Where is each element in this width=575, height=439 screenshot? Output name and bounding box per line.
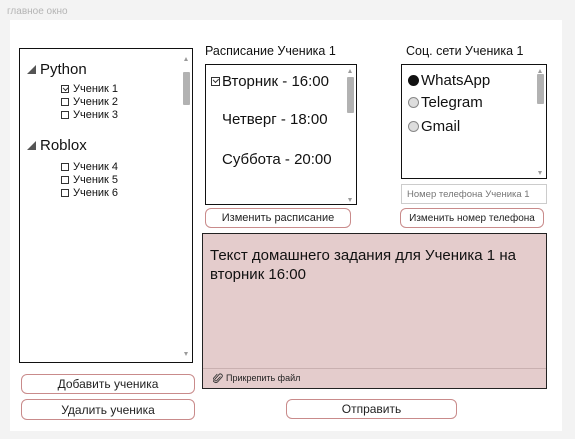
- schedule-item-label: Суббота - 20:00: [222, 151, 332, 168]
- student-checkbox[interactable]: [61, 111, 69, 119]
- schedule-item-label: Вторник - 16:00: [222, 73, 329, 90]
- scroll-up-arrow-icon[interactable]: [348, 69, 352, 73]
- tree-student[interactable]: Ученик 2: [61, 96, 118, 108]
- student-label: Ученик 5: [73, 174, 119, 186]
- tree-student[interactable]: Ученик 4: [61, 161, 118, 173]
- group-label: Roblox: [40, 137, 87, 154]
- schedule-item[interactable]: Четверг - 18:00: [222, 111, 328, 128]
- student-label: Ученик 4: [73, 161, 119, 173]
- scroll-down-arrow-icon[interactable]: [348, 198, 352, 202]
- homework-textarea[interactable]: Текст домашнего задания для Ученика 1 на…: [202, 233, 547, 389]
- schedule-item[interactable]: Суббота - 20:00: [222, 151, 332, 168]
- student-label: Ученик 6: [73, 187, 119, 199]
- tree-student[interactable]: Ученик 6: [61, 187, 118, 199]
- tree-student[interactable]: Ученик 5: [61, 174, 118, 186]
- students-tree[interactable]: Python Ученик 1 Ученик 2 Ученик 3 Roblox…: [19, 48, 193, 363]
- social-option-label: WhatsApp: [421, 72, 491, 89]
- social-option-label: Telegram: [421, 94, 483, 111]
- student-checkbox[interactable]: [61, 189, 69, 197]
- homework-text[interactable]: Текст домашнего задания для Ученика 1 на…: [210, 246, 540, 284]
- expand-triangle-icon[interactable]: [27, 65, 36, 74]
- schedule-item-label: Четверг - 18:00: [222, 111, 328, 128]
- scroll-down-arrow-icon[interactable]: [184, 352, 188, 356]
- scroll-up-arrow-icon[interactable]: [538, 69, 542, 73]
- scroll-thumb[interactable]: [347, 77, 354, 113]
- student-checkbox[interactable]: [61, 176, 69, 184]
- attach-file-button[interactable]: Прикрепить файл: [213, 372, 300, 384]
- student-checkbox[interactable]: [61, 85, 69, 93]
- radio-button[interactable]: [408, 121, 419, 132]
- student-checkbox[interactable]: [61, 163, 69, 171]
- tree-group-roblox[interactable]: Roblox: [27, 137, 87, 154]
- schedule-checkbox[interactable]: [211, 77, 220, 86]
- edit-schedule-button[interactable]: Изменить расписание: [205, 208, 351, 228]
- schedule-item[interactable]: Вторник - 16:00: [211, 73, 329, 90]
- social-option-label: Gmail: [421, 118, 461, 135]
- scroll-up-arrow-icon[interactable]: [184, 57, 188, 61]
- social-radio-group[interactable]: WhatsApp Telegram Gmail: [401, 64, 547, 179]
- divider: [203, 368, 546, 369]
- schedule-scrollbar[interactable]: [347, 69, 354, 202]
- student-label: Ученик 2: [73, 96, 119, 108]
- social-option-whatsapp[interactable]: WhatsApp: [408, 72, 490, 89]
- add-student-button[interactable]: Добавить ученика: [21, 374, 195, 394]
- scroll-thumb[interactable]: [537, 74, 544, 104]
- social-scrollbar[interactable]: [537, 69, 544, 175]
- scroll-down-arrow-icon[interactable]: [538, 171, 542, 175]
- radio-button[interactable]: [408, 75, 419, 86]
- tree-student[interactable]: Ученик 3: [61, 109, 118, 121]
- scroll-thumb[interactable]: [183, 72, 190, 105]
- schedule-list[interactable]: Вторник - 16:00 Четверг - 18:00 Суббота …: [205, 64, 357, 205]
- student-checkbox[interactable]: [61, 98, 69, 106]
- change-phone-button[interactable]: Изменить номер телефона: [400, 208, 544, 228]
- expand-triangle-icon[interactable]: [27, 141, 36, 150]
- student-label: Ученик 1: [73, 83, 119, 95]
- social-option-gmail[interactable]: Gmail: [408, 118, 460, 135]
- phone-number-field[interactable]: [401, 184, 547, 204]
- paperclip-icon: [213, 373, 223, 383]
- radio-button[interactable]: [408, 97, 419, 108]
- tree-scrollbar[interactable]: [183, 57, 190, 356]
- tree-student[interactable]: Ученик 1: [61, 83, 118, 95]
- window-title: главное окно: [7, 6, 68, 17]
- attach-file-label: Прикрепить файл: [226, 373, 301, 383]
- schedule-title: Расписание Ученика 1: [205, 44, 336, 58]
- student-label: Ученик 3: [73, 109, 119, 121]
- send-button[interactable]: Отправить: [286, 399, 457, 419]
- social-title: Соц. сети Ученика 1: [406, 44, 524, 58]
- remove-student-button[interactable]: Удалить ученика: [21, 399, 195, 420]
- group-label: Python: [40, 61, 87, 78]
- social-option-telegram[interactable]: Telegram: [408, 94, 483, 111]
- tree-group-python[interactable]: Python: [27, 61, 87, 78]
